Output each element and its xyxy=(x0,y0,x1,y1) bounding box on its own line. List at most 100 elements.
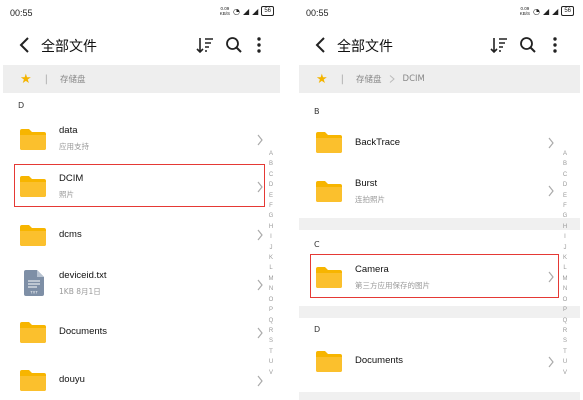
alphabet-index[interactable]: ABCDEFGHIJKLMNOPQRSTUV xyxy=(560,149,570,378)
more-options-icon[interactable] xyxy=(545,35,565,55)
list-item[interactable]: Burst 连拍照片 xyxy=(299,168,580,214)
index-letter[interactable]: K xyxy=(269,253,273,263)
page-title: 全部文件 xyxy=(41,39,97,55)
list-item[interactable]: dcms xyxy=(3,212,280,258)
index-letter[interactable]: J xyxy=(564,243,567,253)
index-letter[interactable]: V xyxy=(269,368,273,378)
index-letter[interactable]: E xyxy=(563,191,567,201)
item-name: Documents xyxy=(59,326,108,337)
index-letter[interactable]: S xyxy=(269,336,273,346)
index-letter[interactable]: D xyxy=(269,180,273,190)
index-letter[interactable]: E xyxy=(269,191,273,201)
list-item[interactable]: douyu xyxy=(3,358,280,400)
index-letter[interactable]: K xyxy=(563,253,567,263)
star-icon[interactable]: ★ xyxy=(20,73,32,86)
item-subtitle: 连拍照片 xyxy=(355,195,385,204)
index-letter[interactable]: J xyxy=(270,243,273,253)
item-name: douyu xyxy=(59,374,85,385)
highlight-box xyxy=(14,164,265,207)
item-name: dcms xyxy=(59,229,82,240)
index-letter[interactable]: U xyxy=(563,357,567,367)
wifi-icon: ◔ xyxy=(233,6,240,16)
index-letter[interactable]: I xyxy=(564,232,566,242)
alphabet-index[interactable]: ABCDEFGHIJKLMNOPQRSTUV xyxy=(266,149,276,378)
folder-icon xyxy=(316,181,342,202)
index-letter[interactable]: R xyxy=(269,326,273,336)
index-letter[interactable]: O xyxy=(563,295,568,305)
index-letter[interactable]: M xyxy=(269,274,274,284)
back-arrow-icon[interactable] xyxy=(311,35,331,55)
index-letter[interactable]: Q xyxy=(563,316,568,326)
wifi-icon: ◔ xyxy=(533,6,540,16)
index-letter[interactable]: C xyxy=(563,170,567,180)
breadcrumb-item-storage[interactable]: 存储盘 xyxy=(356,73,382,85)
index-letter[interactable]: A xyxy=(269,149,273,159)
signal-icon: ◢ xyxy=(552,6,559,16)
list-item[interactable]: Documents xyxy=(299,339,580,385)
index-letter[interactable]: B xyxy=(269,159,273,169)
item-subtitle: 应用支持 xyxy=(59,142,89,151)
index-letter[interactable]: F xyxy=(563,201,567,211)
page-title: 全部文件 xyxy=(337,39,393,55)
breadcrumb: ★ | 存储盘 DCIM xyxy=(299,65,580,93)
index-letter[interactable]: H xyxy=(563,222,567,232)
index-letter[interactable]: H xyxy=(269,222,273,232)
index-letter[interactable]: F xyxy=(269,201,273,211)
chevron-right-icon xyxy=(548,137,554,149)
chevron-right-icon xyxy=(257,375,263,387)
index-letter[interactable]: R xyxy=(563,326,567,336)
star-icon[interactable]: ★ xyxy=(316,73,328,86)
index-letter[interactable]: T xyxy=(269,347,273,357)
signal-icon: ◢ xyxy=(543,6,550,16)
chevron-right-icon xyxy=(257,279,263,291)
index-letter[interactable]: L xyxy=(269,263,272,273)
list-item[interactable]: TXT deviceid.txt 1KB 8月1日 xyxy=(3,262,280,308)
index-letter[interactable]: D xyxy=(563,180,567,190)
search-icon[interactable] xyxy=(518,35,538,55)
index-letter[interactable]: L xyxy=(563,263,566,273)
index-letter[interactable]: S xyxy=(563,336,567,346)
sort-icon[interactable] xyxy=(489,35,509,55)
index-letter[interactable]: Q xyxy=(269,316,274,326)
index-letter[interactable]: P xyxy=(269,305,273,315)
item-name: Documents xyxy=(355,355,404,366)
index-letter[interactable]: T xyxy=(563,347,567,357)
status-bar: 00:55 0.09 KB/S ◔ ◢ ◢ 56 xyxy=(3,0,280,26)
status-icons: 0.09 KB/S ◔ ◢ ◢ 56 xyxy=(520,6,574,16)
index-letter[interactable]: U xyxy=(269,357,273,367)
breadcrumb-item-dcim[interactable]: DCIM xyxy=(403,74,425,84)
breadcrumb-chevron-icon xyxy=(389,75,395,83)
list-item[interactable]: data 应用支持 xyxy=(3,118,280,162)
index-letter[interactable]: N xyxy=(269,284,273,294)
index-letter[interactable]: B xyxy=(563,159,567,169)
index-letter[interactable]: A xyxy=(563,149,567,159)
index-letter[interactable]: N xyxy=(563,284,567,294)
status-icons: 0.09 KB/S ◔ ◢ ◢ 56 xyxy=(220,6,274,16)
search-icon[interactable] xyxy=(224,35,244,55)
txt-file-icon: TXT xyxy=(24,270,44,296)
back-arrow-icon[interactable] xyxy=(15,35,35,55)
index-letter[interactable]: O xyxy=(269,295,274,305)
index-letter[interactable]: G xyxy=(563,211,568,221)
chevron-right-icon xyxy=(257,327,263,339)
index-letter[interactable]: I xyxy=(270,232,272,242)
index-letter[interactable]: M xyxy=(563,274,568,284)
folder-icon xyxy=(316,132,342,153)
section-header-c: C xyxy=(314,240,320,249)
index-letter[interactable]: C xyxy=(269,170,273,180)
sort-icon[interactable] xyxy=(195,35,215,55)
index-letter[interactable]: P xyxy=(563,305,567,315)
more-options-icon[interactable] xyxy=(249,35,269,55)
status-time: 00:55 xyxy=(10,8,33,18)
signal-icon: ◢ xyxy=(252,6,259,16)
list-item[interactable]: Documents xyxy=(3,310,280,356)
folder-icon xyxy=(20,225,46,246)
breadcrumb-item-storage[interactable]: 存储盘 xyxy=(60,73,86,85)
list-item[interactable]: BackTrace xyxy=(299,121,580,165)
right-screen: 00:55 0.09 KB/S ◔ ◢ ◢ 56 全部文件 ★ | 存储盘 DCI… xyxy=(299,0,580,400)
item-name: deviceid.txt xyxy=(59,270,107,281)
title-bar: 全部文件 xyxy=(3,26,280,64)
index-letter[interactable]: V xyxy=(563,368,567,378)
index-letter[interactable]: G xyxy=(269,211,274,221)
status-bar: 00:55 0.09 KB/S ◔ ◢ ◢ 56 xyxy=(299,0,580,26)
